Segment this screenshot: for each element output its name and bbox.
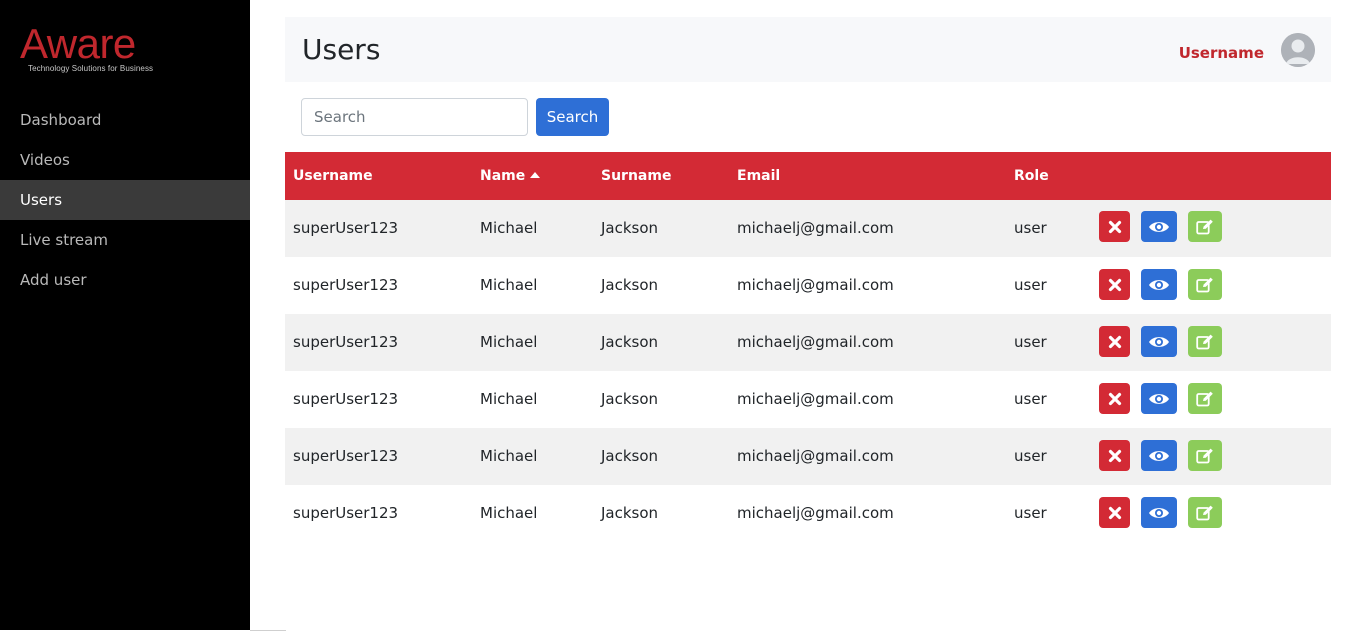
close-icon [1108, 506, 1121, 519]
cell-username: superUser123 [293, 447, 399, 465]
sidebar-item-videos[interactable]: Videos [0, 140, 250, 180]
cell-surname: Jackson [601, 219, 659, 237]
cell-email: michaelj@gmail.com [737, 276, 894, 294]
sidebar-item-users[interactable]: Users [0, 180, 250, 220]
sort-ascending-icon [530, 172, 541, 178]
edit-icon [1196, 334, 1213, 349]
cell-username: superUser123 [293, 333, 399, 351]
close-icon [1108, 278, 1121, 291]
table-row: superUser123 Michael Jackson michaelj@gm… [285, 428, 1331, 485]
cell-email: michaelj@gmail.com [737, 219, 894, 237]
delete-button[interactable] [1099, 383, 1130, 414]
sidebar-item-add-user[interactable]: Add user [0, 260, 250, 300]
table-row: superUser123 Michael Jackson michaelj@gm… [285, 257, 1331, 314]
brand-logo[interactable]: Aware Technology Solutions for Business [20, 22, 170, 76]
cell-email: michaelj@gmail.com [737, 333, 894, 351]
eye-icon [1149, 393, 1169, 404]
cell-username: superUser123 [293, 219, 399, 237]
delete-button[interactable] [1099, 211, 1130, 242]
cell-name: Michael [480, 276, 538, 294]
cell-name: Michael [480, 333, 538, 351]
cell-role: user [1014, 276, 1047, 294]
view-button[interactable] [1141, 383, 1177, 414]
view-button[interactable] [1141, 497, 1177, 528]
sidebar: Aware Technology Solutions for Business … [0, 0, 250, 630]
close-icon [1108, 449, 1121, 462]
delete-button[interactable] [1099, 497, 1130, 528]
column-header-surname[interactable]: Surname [601, 152, 671, 200]
cell-surname: Jackson [601, 504, 659, 522]
delete-button[interactable] [1099, 440, 1130, 471]
divider [250, 630, 286, 631]
edit-button[interactable] [1188, 269, 1222, 300]
delete-button[interactable] [1099, 326, 1130, 357]
users-table: Username Name Surname Email Role superUs… [285, 152, 1331, 542]
column-header-username[interactable]: Username [293, 152, 373, 200]
page-title: Users [302, 33, 381, 66]
edit-icon [1196, 505, 1213, 520]
table-row: superUser123 Michael Jackson michaelj@gm… [285, 314, 1331, 371]
eye-icon [1149, 507, 1169, 518]
column-header-role[interactable]: Role [1014, 152, 1049, 200]
search-button[interactable]: Search [536, 98, 609, 136]
cell-name: Michael [480, 390, 538, 408]
cell-surname: Jackson [601, 333, 659, 351]
brand-name: Aware [20, 20, 136, 67]
edit-button[interactable] [1188, 326, 1222, 357]
sidebar-nav: Dashboard Videos Users Live stream Add u… [0, 100, 250, 300]
edit-icon [1196, 448, 1213, 463]
cell-name: Michael [480, 504, 538, 522]
eye-icon [1149, 336, 1169, 347]
edit-button[interactable] [1188, 497, 1222, 528]
table-row: superUser123 Michael Jackson michaelj@gm… [285, 200, 1331, 257]
cell-name: Michael [480, 447, 538, 465]
cell-name: Michael [480, 219, 538, 237]
view-button[interactable] [1141, 211, 1177, 242]
cell-surname: Jackson [601, 390, 659, 408]
cell-role: user [1014, 504, 1047, 522]
edit-button[interactable] [1188, 211, 1222, 242]
edit-button[interactable] [1188, 440, 1222, 471]
view-button[interactable] [1141, 269, 1177, 300]
cell-username: superUser123 [293, 390, 399, 408]
eye-icon [1149, 450, 1169, 461]
table-row: superUser123 Michael Jackson michaelj@gm… [285, 485, 1331, 542]
delete-button[interactable] [1099, 269, 1130, 300]
edit-button[interactable] [1188, 383, 1222, 414]
cell-role: user [1014, 219, 1047, 237]
edit-icon [1196, 391, 1213, 406]
cell-email: michaelj@gmail.com [737, 390, 894, 408]
brand-tagline: Technology Solutions for Business [28, 64, 154, 73]
cell-username: superUser123 [293, 504, 399, 522]
view-button[interactable] [1141, 326, 1177, 357]
table-row: superUser123 Michael Jackson michaelj@gm… [285, 371, 1331, 428]
view-button[interactable] [1141, 440, 1177, 471]
column-header-email[interactable]: Email [737, 152, 780, 200]
sidebar-item-live-stream[interactable]: Live stream [0, 220, 250, 260]
edit-icon [1196, 219, 1213, 234]
close-icon [1108, 335, 1121, 348]
header-username-link[interactable]: Username [1179, 43, 1264, 63]
table-header: Username Name Surname Email Role [285, 152, 1331, 200]
page-header: Users Username [285, 17, 1331, 82]
column-header-name-label: Name [480, 168, 526, 184]
column-header-name[interactable]: Name [480, 152, 541, 200]
cell-role: user [1014, 333, 1047, 351]
cell-email: michaelj@gmail.com [737, 504, 894, 522]
eye-icon [1149, 279, 1169, 290]
cell-surname: Jackson [601, 276, 659, 294]
close-icon [1108, 220, 1121, 233]
cell-role: user [1014, 447, 1047, 465]
edit-icon [1196, 277, 1213, 292]
search-input[interactable] [301, 98, 528, 136]
user-avatar-icon[interactable] [1281, 33, 1315, 67]
sidebar-item-dashboard[interactable]: Dashboard [0, 100, 250, 140]
close-icon [1108, 392, 1121, 405]
cell-username: superUser123 [293, 276, 399, 294]
cell-role: user [1014, 390, 1047, 408]
cell-surname: Jackson [601, 447, 659, 465]
table-body: superUser123 Michael Jackson michaelj@gm… [285, 200, 1331, 542]
eye-icon [1149, 221, 1169, 232]
cell-email: michaelj@gmail.com [737, 447, 894, 465]
